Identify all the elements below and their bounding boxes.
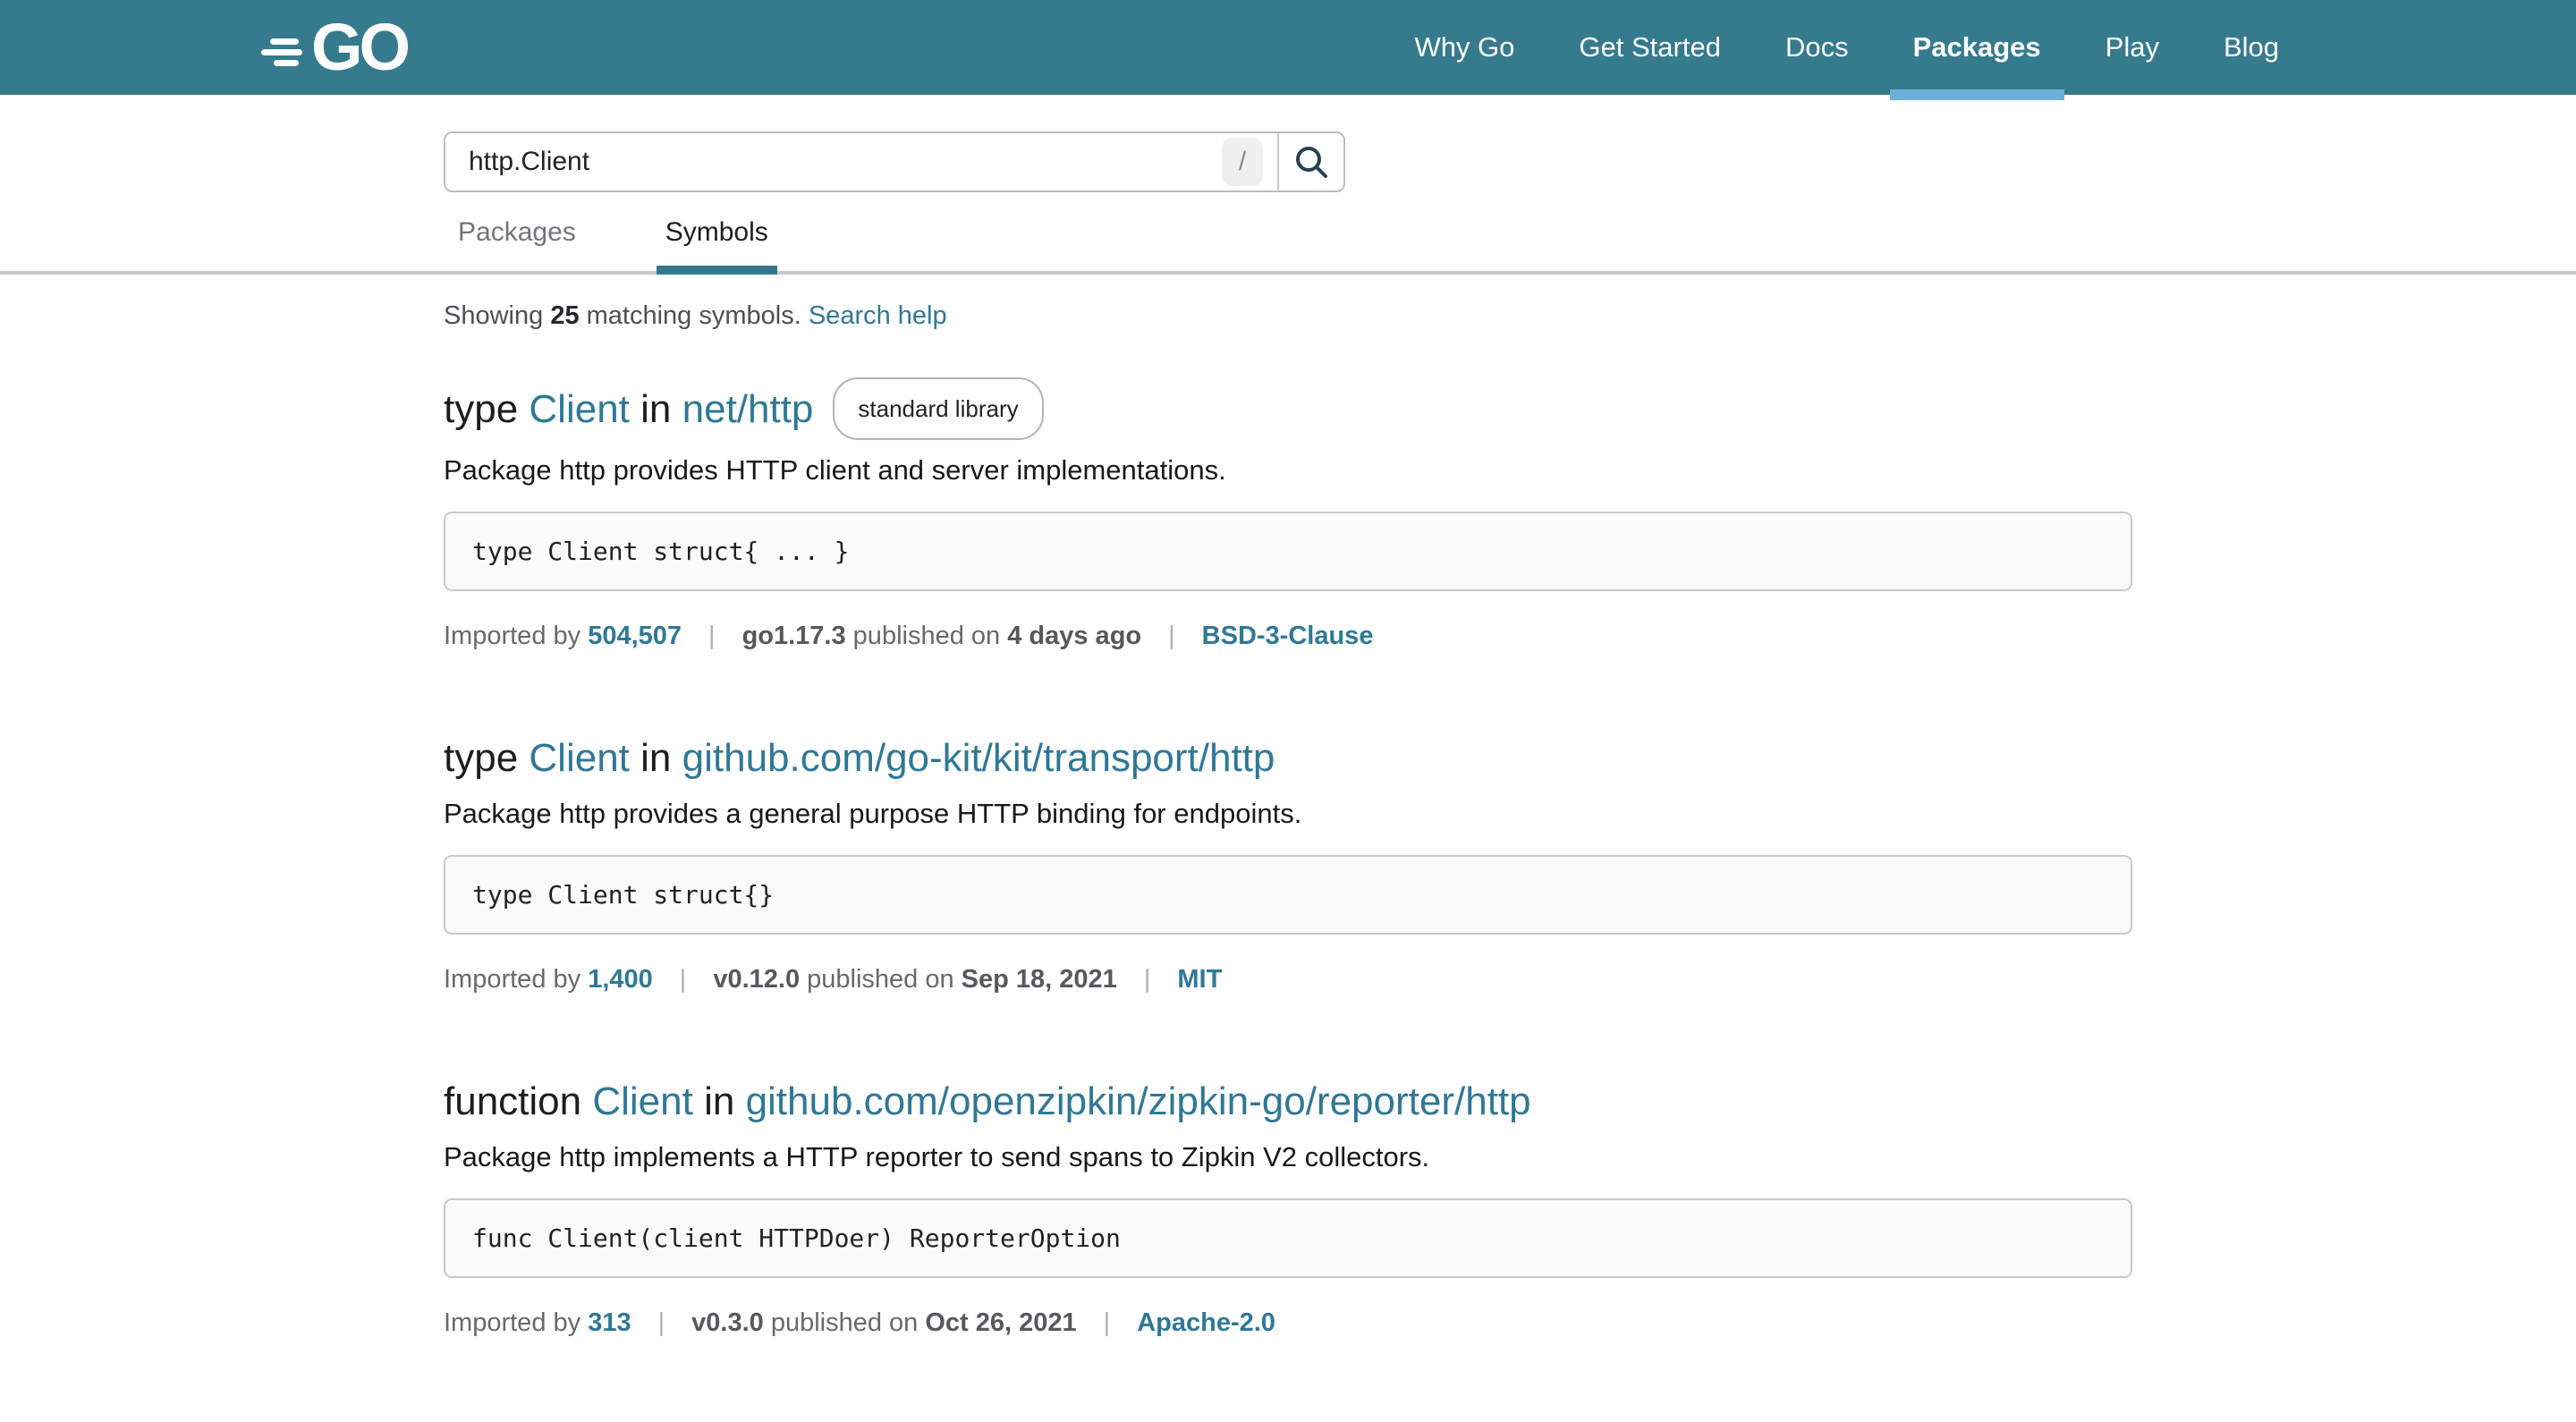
- standard-library-badge: standard library: [833, 377, 1043, 440]
- search-box: /: [444, 131, 1345, 192]
- search-result: type Client in github.com/go-kit/kit/tra…: [444, 733, 2132, 995]
- nav-item-label: Get Started: [1579, 31, 1721, 63]
- separator: |: [680, 965, 687, 995]
- package-link[interactable]: github.com/openzipkin/zipkin-go/reporter…: [746, 1079, 1531, 1123]
- search-result: type Client in net/httpstandard library …: [444, 377, 2132, 651]
- version-text: v0.3.0: [691, 1308, 764, 1338]
- search-button[interactable]: [1279, 133, 1343, 190]
- code-snippet: type Client struct{}: [444, 855, 2132, 935]
- nav-item[interactable]: Packages: [1913, 0, 2041, 95]
- imported-by-label: Imported by: [444, 622, 588, 651]
- main-content: /: [444, 95, 2132, 192]
- published-date: Oct 26, 2021: [925, 1308, 1076, 1338]
- imported-by-label: Imported by: [444, 965, 588, 995]
- license-link[interactable]: Apache-2.0: [1137, 1308, 1275, 1338]
- nav-item[interactable]: Blog: [2224, 0, 2279, 95]
- symbol-kind: type: [444, 736, 518, 780]
- symbol-link[interactable]: Client: [529, 736, 630, 780]
- nav-item[interactable]: Play: [2106, 0, 2159, 95]
- result-meta: Imported by 1,400 | v0.12.0 published on…: [444, 965, 2132, 995]
- search-result: function Client in github.com/openzipkin…: [444, 1077, 2132, 1338]
- separator: |: [1144, 965, 1151, 995]
- in-connector: in: [640, 387, 671, 431]
- package-description: Package http provides HTTP client and se…: [444, 454, 2132, 487]
- package-link[interactable]: github.com/go-kit/kit/transport/http: [682, 736, 1275, 780]
- nav-item[interactable]: Get Started: [1579, 0, 1721, 95]
- main-nav: Why Go Get Started Docs Packages Play Bl…: [1414, 0, 2279, 95]
- results-summary: Showing 25 matching symbols. Search help: [444, 301, 2132, 331]
- code-snippet: type Client struct{ ... }: [444, 512, 2132, 591]
- search-row: /: [444, 95, 2132, 192]
- separator: |: [1104, 1308, 1111, 1338]
- summary-count: 25: [550, 301, 579, 330]
- license-link[interactable]: BSD-3-Clause: [1202, 622, 1374, 651]
- result-heading: type Client in github.com/go-kit/kit/tra…: [444, 733, 2132, 783]
- symbol-link[interactable]: Client: [529, 387, 630, 431]
- separator: |: [1168, 622, 1175, 651]
- imported-by-link[interactable]: 1,400: [588, 965, 653, 995]
- package-description: Package http implements a HTTP reporter …: [444, 1141, 2132, 1173]
- go-logo-text: GO: [311, 0, 407, 95]
- version-text: v0.12.0: [713, 965, 800, 995]
- nav-item-label: Blog: [2224, 31, 2279, 63]
- package-description: Package http provides a general purpose …: [444, 798, 2132, 830]
- nav-item-label: Why Go: [1414, 31, 1514, 63]
- separator: |: [708, 622, 716, 651]
- tab[interactable]: Packages: [449, 217, 585, 271]
- tabs-strip: Packages Symbols: [0, 217, 2576, 275]
- published-on-label: published on: [800, 965, 962, 995]
- tab-label: Symbols: [665, 217, 768, 247]
- symbol-link[interactable]: Client: [592, 1079, 693, 1123]
- tab[interactable]: Symbols: [657, 217, 777, 271]
- code-snippet: func Client(client HTTPDoer) ReporterOpt…: [444, 1198, 2132, 1278]
- results-list: type Client in net/httpstandard library …: [444, 331, 2132, 1422]
- nav-item-label: Docs: [1785, 31, 1849, 63]
- package-link[interactable]: net/http: [682, 387, 814, 431]
- site-header: GO Why Go Get Started Docs Packages Play…: [0, 0, 2576, 95]
- search-icon: [1292, 142, 1331, 182]
- search-help-link[interactable]: Search help: [809, 301, 947, 330]
- imported-by-link[interactable]: 504,507: [588, 622, 682, 651]
- published-date: 4 days ago: [1007, 622, 1141, 651]
- summary-prefix: Showing: [444, 301, 550, 330]
- result-meta: Imported by 504,507 | go1.17.3 published…: [444, 622, 2132, 651]
- keyboard-shortcut-hint: /: [1222, 138, 1263, 186]
- tab-label: Packages: [458, 217, 576, 247]
- published-on-label: published on: [764, 1308, 926, 1338]
- symbol-kind: function: [444, 1079, 581, 1123]
- separator: |: [658, 1308, 665, 1338]
- nav-item[interactable]: Why Go: [1414, 0, 1514, 95]
- tabs: Packages Symbols: [444, 217, 2132, 271]
- imported-by-label: Imported by: [444, 1308, 588, 1338]
- in-connector: in: [640, 736, 671, 780]
- published-date: Sep 18, 2021: [962, 965, 1117, 995]
- result-heading: function Client in github.com/openzipkin…: [444, 1077, 2132, 1127]
- result-meta: Imported by 313 | v0.3.0 published on Oc…: [444, 1308, 2132, 1338]
- license-link[interactable]: MIT: [1177, 965, 1222, 995]
- nav-item[interactable]: Docs: [1785, 0, 1849, 95]
- go-logo[interactable]: GO: [261, 0, 407, 95]
- published-on-label: published on: [846, 622, 1008, 651]
- go-logo-speed-lines: [261, 15, 308, 80]
- symbol-kind: type: [444, 387, 518, 431]
- imported-by-link[interactable]: 313: [588, 1308, 631, 1338]
- result-heading: type Client in net/http standard library: [444, 377, 2132, 440]
- nav-item-label: Packages: [1913, 31, 2041, 63]
- search-input[interactable]: [445, 133, 1222, 190]
- summary-suffix: matching symbols.: [580, 301, 809, 330]
- nav-item-label: Play: [2106, 31, 2159, 63]
- in-connector: in: [704, 1079, 734, 1123]
- version-text: go1.17.3: [742, 622, 846, 651]
